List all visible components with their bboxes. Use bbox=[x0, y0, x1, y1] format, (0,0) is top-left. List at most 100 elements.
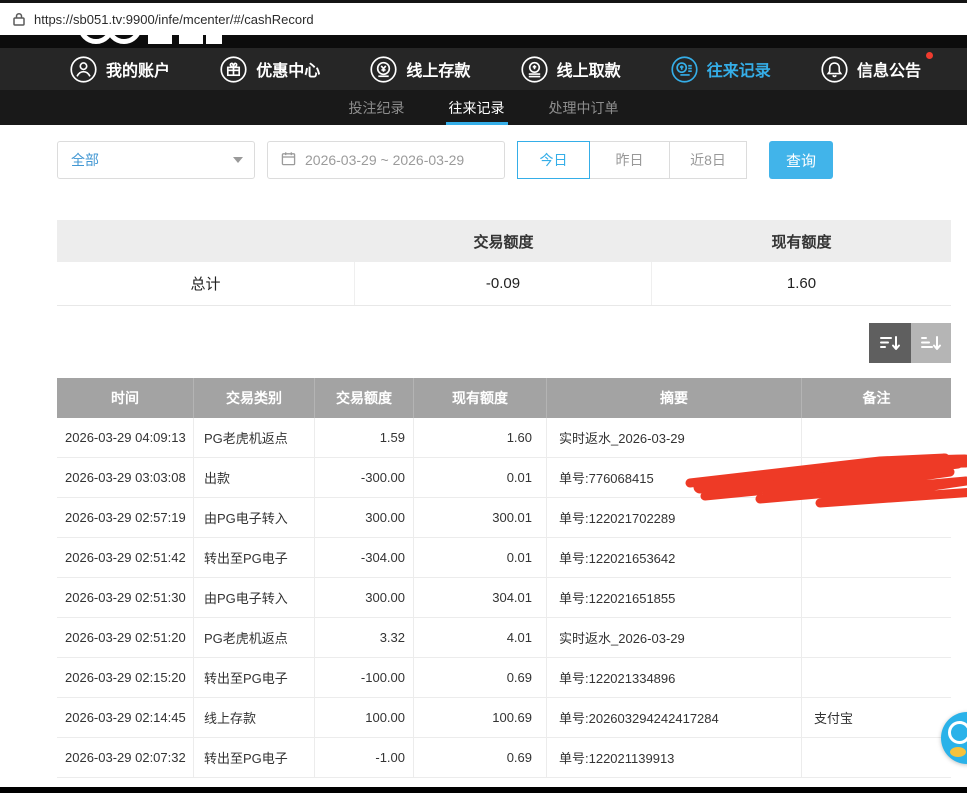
summary-total-row: 总计 -0.09 1.60 bbox=[57, 262, 951, 306]
table-row: 2026-03-29 02:57:19 由PG电子转入 300.00 300.0… bbox=[57, 498, 951, 538]
nav-item-account[interactable]: 我的账户 bbox=[70, 56, 170, 83]
cell-time: 2026-03-29 02:57:19 bbox=[57, 498, 194, 537]
cell-summary: 实时返水_2026-03-29 bbox=[547, 418, 802, 457]
notification-badge bbox=[926, 52, 933, 59]
tab-label: 处理中订单 bbox=[549, 98, 619, 118]
cell-amount: -100.00 bbox=[315, 658, 414, 697]
cell-type: PG老虎机返点 bbox=[194, 418, 315, 457]
tab-bet-records[interactable]: 投注纪录 bbox=[346, 90, 408, 125]
table-row: 2026-03-29 02:51:42 转出至PG电子 -304.00 0.01… bbox=[57, 538, 951, 578]
lock-icon[interactable] bbox=[13, 12, 25, 26]
sort-descending-button[interactable] bbox=[869, 323, 911, 363]
cell-amount: -300.00 bbox=[315, 458, 414, 497]
cell-time: 2026-03-29 02:15:20 bbox=[57, 658, 194, 697]
cell-summary: 单号:122021651855 bbox=[547, 578, 802, 617]
nav-item-announcements[interactable]: 信息公告 bbox=[821, 56, 921, 83]
logo-shape bbox=[106, 35, 142, 44]
col-header-type: 交易类别 bbox=[194, 378, 315, 418]
tab-label: 投注纪录 bbox=[349, 98, 405, 118]
tab-label: 往来记录 bbox=[449, 98, 505, 118]
gift-icon bbox=[220, 56, 247, 83]
cell-time: 2026-03-29 02:14:45 bbox=[57, 698, 194, 737]
sort-controls bbox=[57, 323, 951, 363]
site-logo-partial bbox=[0, 35, 967, 48]
calendar-icon bbox=[281, 151, 296, 169]
browser-window: https://sb051.tv:9900/infe/mcenter/#/cas… bbox=[0, 0, 967, 793]
quick-button-label: 近8日 bbox=[690, 150, 726, 170]
summary-header-balance: 现有额度 bbox=[652, 220, 951, 262]
cell-remark bbox=[802, 618, 951, 657]
cell-balance: 304.01 bbox=[414, 578, 547, 617]
browser-address-bar: https://sb051.tv:9900/infe/mcenter/#/cas… bbox=[0, 0, 967, 35]
tab-transaction-records[interactable]: 往来记录 bbox=[446, 90, 508, 125]
cell-remark: 支付宝 bbox=[802, 698, 951, 737]
transactions-body: 2026-03-29 04:09:13 PG老虎机返点 1.59 1.60 实时… bbox=[57, 418, 951, 778]
nav-item-records[interactable]: 往来记录 bbox=[671, 56, 771, 83]
cell-amount: -1.00 bbox=[315, 738, 414, 777]
type-select[interactable]: 全部 bbox=[57, 141, 255, 179]
deposit-icon bbox=[370, 56, 397, 83]
cell-time: 2026-03-29 02:51:20 bbox=[57, 618, 194, 657]
cell-balance: 0.01 bbox=[414, 458, 547, 497]
summary-table: 交易额度 现有额度 总计 -0.09 1.60 bbox=[57, 220, 951, 306]
type-select-value: 全部 bbox=[71, 150, 99, 170]
cell-remark bbox=[802, 538, 951, 577]
cell-time: 2026-03-29 02:07:32 bbox=[57, 738, 194, 777]
cell-summary: 单号:122021334896 bbox=[547, 658, 802, 697]
nav-item-label: 优惠中心 bbox=[256, 57, 320, 81]
nav-item-promotions[interactable]: 优惠中心 bbox=[220, 56, 320, 83]
cell-amount: 3.32 bbox=[315, 618, 414, 657]
logo-shape bbox=[206, 35, 222, 44]
summary-header-transaction: 交易额度 bbox=[355, 220, 652, 262]
cell-time: 2026-03-29 02:51:42 bbox=[57, 538, 194, 577]
cell-remark bbox=[802, 418, 951, 457]
cell-time: 2026-03-29 03:03:08 bbox=[57, 458, 194, 497]
col-header-remark: 备注 bbox=[802, 378, 951, 418]
cell-summary: 单号:776068415 bbox=[547, 458, 802, 497]
cell-summary: 单号:122021702289 bbox=[547, 498, 802, 537]
cell-balance: 300.01 bbox=[414, 498, 547, 537]
quick-button-today[interactable]: 今日 bbox=[517, 141, 590, 179]
date-range-input[interactable]: 2026-03-29 ~ 2026-03-29 bbox=[267, 141, 505, 179]
logo-shape bbox=[148, 35, 172, 44]
cell-amount: 1.59 bbox=[315, 418, 414, 457]
url-text[interactable]: https://sb051.tv:9900/infe/mcenter/#/cas… bbox=[34, 12, 314, 27]
chevron-down-icon bbox=[233, 157, 243, 163]
table-row: 2026-03-29 03:03:08 出款 -300.00 0.01 单号:7… bbox=[57, 458, 951, 498]
cell-type: 转出至PG电子 bbox=[194, 658, 315, 697]
cell-balance: 0.01 bbox=[414, 538, 547, 577]
user-icon bbox=[70, 56, 97, 83]
col-header-time: 时间 bbox=[57, 378, 194, 418]
nav-item-label: 往来记录 bbox=[707, 57, 771, 81]
col-header-amount: 交易额度 bbox=[315, 378, 414, 418]
nav-item-label: 我的账户 bbox=[106, 57, 170, 81]
cell-time: 2026-03-29 04:09:13 bbox=[57, 418, 194, 457]
cell-remark bbox=[802, 658, 951, 697]
nav-item-withdraw[interactable]: 线上取款 bbox=[521, 56, 621, 83]
summary-header-row: 交易额度 现有额度 bbox=[57, 220, 951, 262]
cell-amount: 300.00 bbox=[315, 578, 414, 617]
quick-button-last8days[interactable]: 近8日 bbox=[669, 141, 747, 179]
cell-summary: 单号:122021139913 bbox=[547, 738, 802, 777]
cell-balance: 0.69 bbox=[414, 658, 547, 697]
cell-type: 由PG电子转入 bbox=[194, 498, 315, 537]
table-row: 2026-03-29 02:51:20 PG老虎机返点 3.32 4.01 实时… bbox=[57, 618, 951, 658]
sort-ascending-button[interactable] bbox=[911, 323, 951, 363]
quick-button-yesterday[interactable]: 昨日 bbox=[589, 141, 670, 179]
cell-remark bbox=[802, 738, 951, 777]
summary-header-blank bbox=[57, 220, 355, 262]
cell-type: 转出至PG电子 bbox=[194, 738, 315, 777]
summary-balance-value: 1.60 bbox=[652, 262, 951, 305]
col-header-summary: 摘要 bbox=[547, 378, 802, 418]
tab-pending-orders[interactable]: 处理中订单 bbox=[546, 90, 622, 125]
bottom-window-edge bbox=[0, 787, 967, 793]
table-row: 2026-03-29 02:07:32 转出至PG电子 -1.00 0.69 单… bbox=[57, 738, 951, 778]
cell-remark bbox=[802, 578, 951, 617]
nav-item-deposit[interactable]: 线上存款 bbox=[370, 56, 470, 83]
summary-transaction-value: -0.09 bbox=[355, 262, 652, 305]
search-button[interactable]: 查询 bbox=[769, 141, 833, 179]
cell-type: 由PG电子转入 bbox=[194, 578, 315, 617]
cell-summary: 单号:202603294242417284 bbox=[547, 698, 802, 737]
cell-type: PG老虎机返点 bbox=[194, 618, 315, 657]
cell-amount: 300.00 bbox=[315, 498, 414, 537]
